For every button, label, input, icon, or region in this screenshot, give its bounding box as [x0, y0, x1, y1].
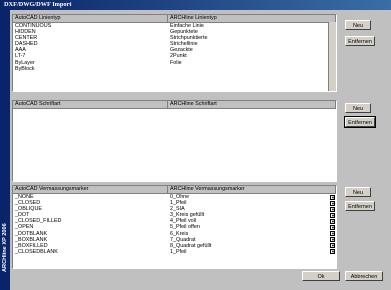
window-titlebar: DXF/DWG/DWF Import — [0, 0, 391, 10]
marker-remove-button[interactable]: Entfernen — [345, 201, 375, 211]
cell-archline — [168, 66, 336, 72]
chevron-down-icon[interactable]: ▼ — [330, 212, 335, 218]
cell-autocad: _CLOSEDBLANK — [15, 248, 58, 255]
chevron-down-icon[interactable]: ▼ — [330, 243, 335, 249]
linetype-table-header: AutoCAD Linientyp ARCHline Linientyp — [13, 15, 336, 23]
table-row[interactable]: ByBlock — [13, 66, 336, 72]
ok-button[interactable]: Ok — [302, 271, 340, 281]
marker-col-autocad[interactable]: AutoCAD Vermassungsmarker — [13, 186, 168, 193]
marker-col-archline[interactable]: ARCHline Vermassungsmarker — [168, 186, 336, 193]
table-row[interactable]: _CLOSEDBLANK 1_Pfeil ▼ — [13, 249, 336, 255]
chevron-down-icon[interactable]: ▼ — [330, 224, 335, 230]
cell-autocad: ByBlock — [15, 65, 35, 72]
window-title: DXF/DWG/DWF Import — [4, 1, 72, 8]
font-col-archline[interactable]: ARCHline Schriftart — [168, 101, 336, 108]
chevron-down-icon[interactable]: ▼ — [330, 206, 335, 212]
chevron-down-icon[interactable]: ▼ — [330, 249, 335, 255]
chevron-down-icon[interactable]: ▼ — [330, 200, 335, 206]
linetype-col-archline[interactable]: ARCHline Linientyp — [168, 15, 336, 22]
brand-sidebar: ARCHline XP 2006 — [0, 10, 10, 290]
linetype-table: AutoCAD Linientyp ARCHline Linientyp CON… — [12, 14, 337, 92]
linetype-col-autocad[interactable]: AutoCAD Linientyp — [13, 15, 168, 22]
brand-label: ARCHline XP 2006 — [2, 223, 8, 272]
chevron-down-icon[interactable]: ▼ — [330, 194, 335, 200]
cell-archline: 1_Pfeil — [170, 248, 187, 255]
font-remove-button[interactable]: Entfernen — [344, 116, 376, 128]
linetype-remove-button[interactable]: Entfernen — [345, 36, 375, 46]
chevron-down-icon[interactable]: ▼ — [330, 218, 335, 224]
marker-new-button[interactable]: Neu — [345, 187, 371, 197]
font-new-button[interactable]: Neu — [345, 103, 371, 113]
font-table-header: AutoCAD Schriftart ARCHline Schriftart — [13, 101, 336, 109]
cancel-button[interactable]: Abbrechen — [345, 271, 383, 281]
chevron-down-icon[interactable]: ▼ — [330, 231, 335, 237]
font-table: AutoCAD Schriftart ARCHline Schriftart — [12, 100, 337, 182]
linetype-new-button[interactable]: Neu — [345, 20, 371, 30]
chevron-down-icon[interactable]: ▼ — [330, 237, 335, 243]
marker-table-header: AutoCAD Vermassungsmarker ARCHline Verma… — [13, 186, 336, 194]
marker-table: AutoCAD Vermassungsmarker ARCHline Verma… — [12, 185, 337, 269]
font-col-autocad[interactable]: AutoCAD Schriftart — [13, 101, 168, 108]
linetype-scrollbar[interactable] — [328, 22, 336, 91]
